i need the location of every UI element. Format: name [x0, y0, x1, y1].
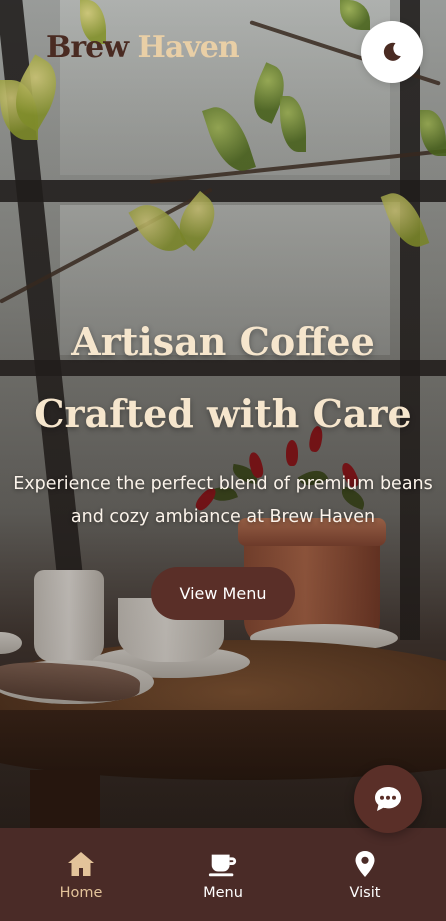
- nav-label-visit: Visit: [349, 884, 381, 901]
- theme-toggle-button[interactable]: [361, 21, 423, 83]
- brand-name-part2: Haven: [137, 30, 240, 65]
- nav-item-home[interactable]: Home: [21, 849, 141, 901]
- hero-subtitle: Experience the perfect blend of premium …: [13, 474, 433, 527]
- nav-label-home: Home: [59, 884, 103, 901]
- nav-item-visit[interactable]: Visit: [305, 849, 425, 901]
- brand-name-part1: Brew: [46, 30, 129, 65]
- bottom-navigation: Home Menu Visit: [0, 828, 446, 921]
- nav-label-menu: Menu: [203, 884, 243, 901]
- view-menu-button[interactable]: View Menu: [151, 567, 295, 620]
- map-pin-icon: [349, 849, 381, 879]
- brand-logo[interactable]: Brew Haven: [46, 30, 240, 65]
- chat-bubble-icon: [375, 787, 401, 811]
- chat-button[interactable]: [354, 765, 422, 833]
- hero-title: Artisan Coffee Crafted with Care: [0, 306, 446, 450]
- hero-title-line2: Crafted with Care: [34, 391, 412, 436]
- home-icon: [65, 849, 97, 879]
- hero-title-line1: Artisan Coffee: [71, 319, 375, 364]
- coffee-cup-icon: [207, 849, 239, 879]
- moon-icon: [383, 42, 401, 61]
- nav-item-menu[interactable]: Menu: [163, 849, 283, 901]
